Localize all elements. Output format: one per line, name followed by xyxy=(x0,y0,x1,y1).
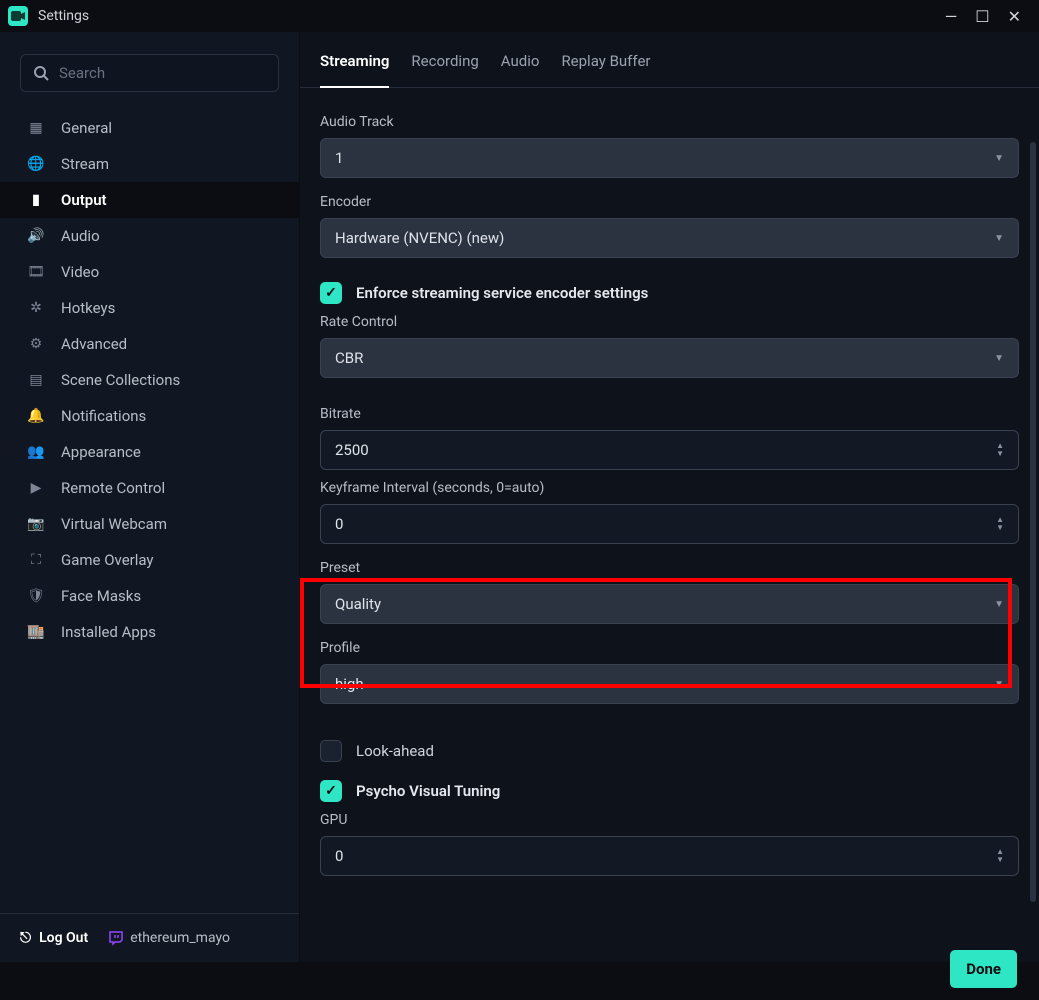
scrollbar[interactable] xyxy=(1030,142,1036,902)
search-input[interactable] xyxy=(59,64,266,82)
tab-audio[interactable]: Audio xyxy=(501,52,540,87)
spinner-arrows-icon[interactable]: ▲▼ xyxy=(996,442,1004,458)
sidebar-item-installed-apps[interactable]: 🏬Installed Apps xyxy=(0,614,299,650)
logout-icon: ⎋ xyxy=(20,930,31,946)
profile-select[interactable]: high▼ xyxy=(320,664,1019,704)
chip-icon: ▮ xyxy=(27,192,45,208)
preset-select[interactable]: Quality▼ xyxy=(320,584,1019,624)
expand-icon: ⛶ xyxy=(27,552,45,568)
film-icon: 🎞 xyxy=(27,264,45,280)
audio-track-label: Audio Track xyxy=(320,114,1019,130)
search-input-wrap[interactable] xyxy=(20,54,279,92)
chevron-down-icon: ▼ xyxy=(994,233,1004,244)
psycho-checkbox-row[interactable]: ✓ Psycho Visual Tuning xyxy=(320,780,1019,802)
sidebar-item-notifications[interactable]: 🔔Notifications xyxy=(0,398,299,434)
chevron-down-icon: ▼ xyxy=(994,599,1004,610)
layers-icon: ▤ xyxy=(27,372,45,388)
chevron-down-icon: ▼ xyxy=(994,153,1004,164)
psycho-checkbox[interactable]: ✓ xyxy=(320,780,342,802)
lookahead-checkbox-row[interactable]: Look-ahead xyxy=(320,740,1019,762)
bitrate-label: Bitrate xyxy=(320,406,1019,422)
store-icon: 🏬 xyxy=(27,624,45,640)
speaker-icon: 🔊 xyxy=(27,228,45,244)
chevron-down-icon: ▼ xyxy=(994,353,1004,364)
gears-icon: ⚙ xyxy=(27,336,45,352)
sidebar-item-game-overlay[interactable]: ⛶Game Overlay xyxy=(0,542,299,578)
minimize-button[interactable]: — xyxy=(945,7,958,26)
bitrate-input[interactable]: 2500▲▼ xyxy=(320,430,1019,470)
gpu-input[interactable]: 0▲▼ xyxy=(320,836,1019,876)
sidebar-item-stream[interactable]: 🌐Stream xyxy=(0,146,299,182)
sidebar-item-scene-collections[interactable]: ▤Scene Collections xyxy=(0,362,299,398)
audio-track-select[interactable]: 1▼ xyxy=(320,138,1019,178)
tab-replay-buffer[interactable]: Replay Buffer xyxy=(561,52,650,87)
sidebar-item-general[interactable]: ▦General xyxy=(0,110,299,146)
preset-label: Preset xyxy=(320,560,1019,576)
tab-recording[interactable]: Recording xyxy=(411,52,478,87)
maximize-button[interactable]: ☐ xyxy=(975,7,989,26)
grid-icon: ▦ xyxy=(27,120,45,136)
close-button[interactable]: ✕ xyxy=(1008,7,1021,26)
window-title: Settings xyxy=(38,8,89,24)
lookahead-checkbox[interactable] xyxy=(320,740,342,762)
keyframe-input[interactable]: 0▲▼ xyxy=(320,504,1019,544)
encoder-select[interactable]: Hardware (NVENC) (new)▼ xyxy=(320,218,1019,258)
sidebar-item-video[interactable]: 🎞Video xyxy=(0,254,299,290)
people-icon: 👥 xyxy=(27,444,45,460)
twitch-icon xyxy=(108,930,124,946)
gear-icon: ✲ xyxy=(27,300,45,316)
enforce-checkbox-row[interactable]: ✓ Enforce streaming service encoder sett… xyxy=(320,282,1019,304)
chevron-down-icon: ▼ xyxy=(994,679,1004,690)
spinner-arrows-icon[interactable]: ▲▼ xyxy=(996,848,1004,864)
globe-icon: 🌐 xyxy=(27,156,45,172)
app-icon xyxy=(8,6,28,26)
encoder-label: Encoder xyxy=(320,194,1019,210)
rate-control-label: Rate Control xyxy=(320,314,1019,330)
sidebar-item-audio[interactable]: 🔊Audio xyxy=(0,218,299,254)
sidebar-item-output[interactable]: ▮Output xyxy=(0,182,299,218)
camera-icon: 📷 xyxy=(27,516,45,532)
sidebar-item-face-masks[interactable]: 🛡Face Masks xyxy=(0,578,299,614)
username-display[interactable]: ethereum_mayo xyxy=(108,930,230,946)
rate-control-select[interactable]: CBR▼ xyxy=(320,338,1019,378)
done-button[interactable]: Done xyxy=(950,950,1017,988)
spinner-arrows-icon[interactable]: ▲▼ xyxy=(996,516,1004,532)
bell-icon: 🔔 xyxy=(27,408,45,424)
enforce-checkbox[interactable]: ✓ xyxy=(320,282,342,304)
shield-icon: 🛡 xyxy=(27,588,45,604)
tab-streaming[interactable]: Streaming xyxy=(320,52,389,88)
sidebar-item-appearance[interactable]: 👥Appearance xyxy=(0,434,299,470)
sidebar-item-remote-control[interactable]: ▶Remote Control xyxy=(0,470,299,506)
logout-button[interactable]: ⎋Log Out xyxy=(20,930,88,946)
sidebar-item-hotkeys[interactable]: ✲Hotkeys xyxy=(0,290,299,326)
play-icon: ▶ xyxy=(27,480,45,496)
keyframe-label: Keyframe Interval (seconds, 0=auto) xyxy=(320,480,1019,496)
sidebar-item-virtual-webcam[interactable]: 📷Virtual Webcam xyxy=(0,506,299,542)
profile-label: Profile xyxy=(320,640,1019,656)
sidebar-item-advanced[interactable]: ⚙Advanced xyxy=(0,326,299,362)
search-icon xyxy=(33,65,49,81)
gpu-label: GPU xyxy=(320,812,1019,828)
